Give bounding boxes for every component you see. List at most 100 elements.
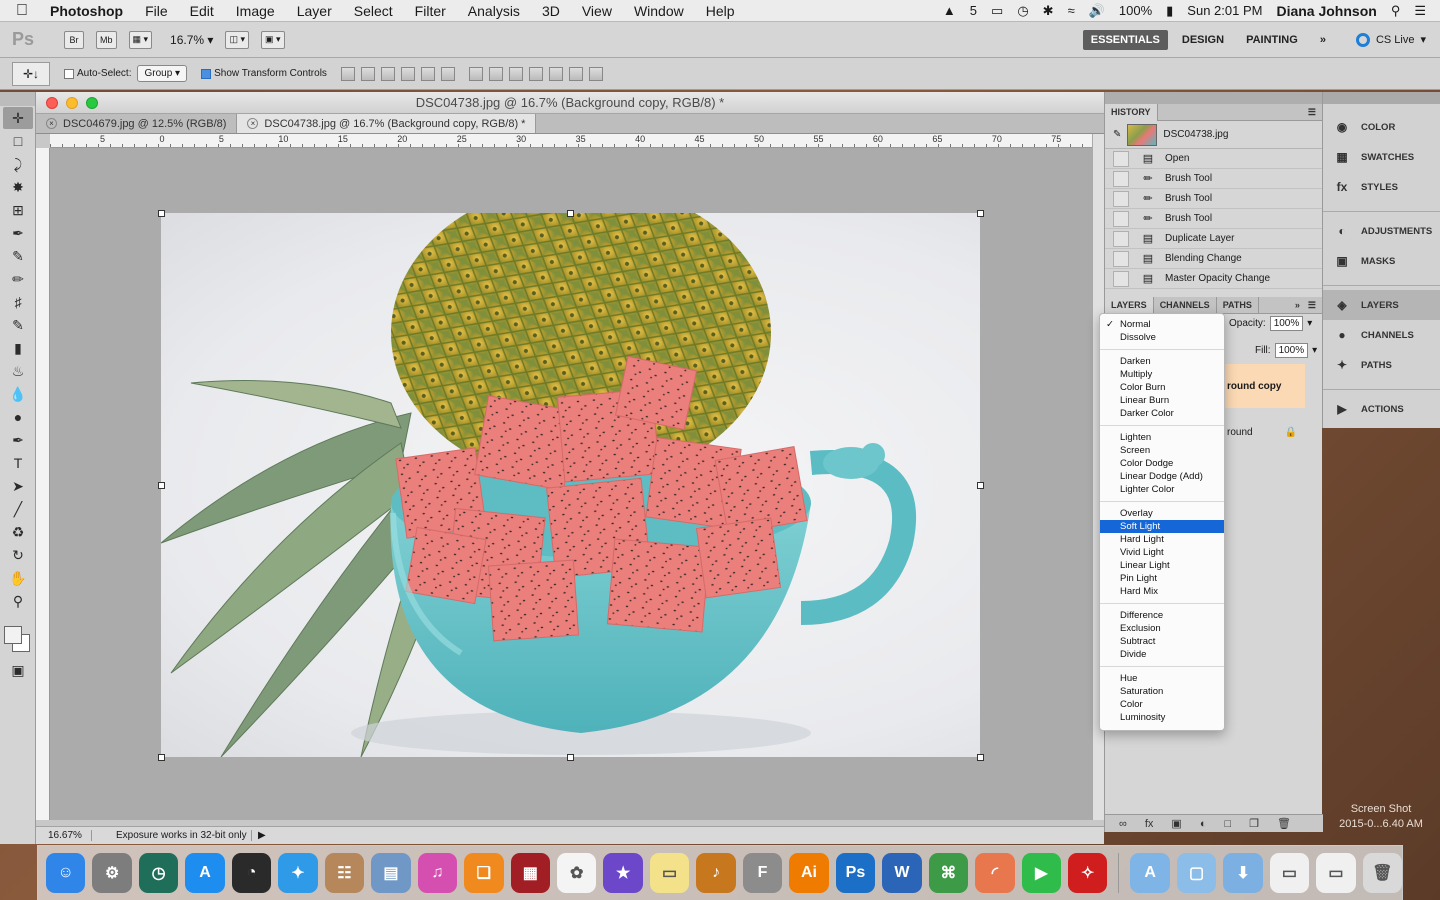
layer-style-icon[interactable]: fx [1145,818,1154,830]
blend-mode-option[interactable]: Color Burn [1100,381,1224,394]
new-group-icon[interactable]: □ [1224,818,1231,830]
zoom-tool-icon[interactable]: ⚲ [3,590,33,612]
clone-stamp-tool-icon[interactable]: ♯ [3,291,33,313]
history-step[interactable]: ▤ Blending Change [1105,249,1322,269]
crop-tool-icon[interactable]: ⊞ [3,199,33,221]
panel-masks[interactable]: ▣ MASKS [1323,246,1440,276]
panel-color[interactable]: ◉ COLOR [1323,112,1440,142]
blend-mode-option[interactable]: Dissolve [1100,331,1224,344]
keynote-icon[interactable]: ◜ [975,853,1015,893]
blend-mode-option[interactable]: Multiply [1100,368,1224,381]
contacts-icon[interactable]: ☷ [324,853,365,893]
menu-select[interactable]: Select [343,3,404,19]
panel-menu-icon[interactable]: ☰ [1308,107,1316,118]
history-source-box[interactable] [1113,210,1129,227]
illustrator-icon[interactable]: Ai [789,853,829,893]
download-icon[interactable]: ⬇ [1223,853,1263,893]
distribute-right-icon[interactable] [568,66,583,81]
blend-mode-option[interactable]: Lighter Color [1100,483,1224,496]
search-icon[interactable]: ⚲ [1391,3,1401,19]
align-top-icon[interactable] [340,66,355,81]
menu-filter[interactable]: Filter [404,3,457,19]
blend-mode-option[interactable]: Difference [1100,609,1224,622]
timemachine-icon[interactable]: ◷ [1017,3,1028,19]
distribute-hcenter-icon[interactable] [548,66,563,81]
move-tool-icon[interactable]: ✛ [3,107,33,129]
cs-live-button[interactable]: CS Live ▾ [1355,32,1426,47]
clock[interactable]: Sun 2:01 PM [1187,3,1262,18]
photobooth-icon[interactable]: ▦ [510,853,550,893]
opacity-dropdown-icon[interactable]: ▾ [1307,318,1312,329]
eyedropper-tool-icon[interactable]: ✒ [3,222,33,244]
panel-group-header[interactable] [1105,92,1322,104]
history-step[interactable]: ✏ Brush Tool [1105,189,1322,209]
screenshot-icon[interactable]: ▭ [1316,853,1356,893]
marquee-tool-icon[interactable]: □ [3,130,33,152]
history-step[interactable]: ▤ Open [1105,149,1322,169]
transform-handle[interactable] [158,482,165,489]
battery-icon[interactable]: ▮ [1166,3,1173,19]
transform-handle[interactable] [977,482,984,489]
user-name[interactable]: Diana Johnson [1276,3,1376,19]
workspace-more-button[interactable]: » [1312,30,1334,50]
blend-mode-option[interactable]: Lighten [1100,431,1224,444]
history-step[interactable]: ▤ Master Opacity Change [1105,269,1322,289]
menu-3d[interactable]: 3D [531,3,571,19]
stickies-icon[interactable]: ▭ [649,853,690,893]
blur-tool-icon[interactable]: 💧 [3,383,33,405]
arrange-documents-button[interactable]: ◫ ▾ [225,30,249,49]
distribute-left-icon[interactable] [528,66,543,81]
panel-expand-icon[interactable]: » [1295,300,1300,310]
panel-channels[interactable]: ● CHANNELS [1323,320,1440,350]
panel-menu-icon[interactable]: ☰ [1308,300,1316,311]
blend-mode-option[interactable]: Luminosity [1100,711,1224,724]
workspace-design[interactable]: DESIGN [1174,30,1232,50]
status-info[interactable]: Exposure works in 32-bit only [92,830,252,841]
path-selection-tool-icon[interactable]: ➤ [3,475,33,497]
screenshot-icon[interactable]: ▭ [1269,853,1310,893]
3d-orbit-tool-icon[interactable]: ↻ [3,544,33,566]
eraser-tool-icon[interactable]: ▮ [3,337,33,359]
add-mask-icon[interactable]: ▣ [1171,817,1181,830]
menu-help[interactable]: Help [695,3,746,19]
distribute-bottom-icon[interactable] [508,66,523,81]
wifi-icon[interactable]: ≈ [1068,3,1075,18]
transform-handle[interactable] [158,754,165,761]
blend-mode-dropdown[interactable]: ✓ Normal Dissolve Darken Multiply Color Burn L… [1099,313,1225,731]
blend-mode-option[interactable]: Divide [1100,648,1224,661]
align-hcenter-icon[interactable] [420,66,435,81]
lasso-tool-icon[interactable]: ⤸ [3,153,33,175]
desktop-file-label[interactable]: Screen Shot 2015-0...6.40 AM [1326,802,1436,832]
fontbook-icon[interactable]: F [742,853,783,893]
transform-handle[interactable] [567,210,574,217]
panel-actions[interactable]: ▶ ACTIONS [1323,394,1440,424]
transform-handle[interactable] [158,210,165,217]
view-extras-button[interactable]: ▦ ▾ [128,30,153,49]
blend-mode-option[interactable]: Saturation [1100,685,1224,698]
type-tool-icon[interactable]: T [3,452,33,474]
bluetooth-icon[interactable]: ✱ [1043,3,1054,19]
panel-adjustments[interactable]: ◐ ADJUSTMENTS [1323,216,1440,246]
auto-select-checkbox[interactable]: Auto-Select: [64,68,131,79]
panel-paths[interactable]: ✦ PATHS [1323,350,1440,380]
blend-mode-option[interactable]: Vivid Light [1100,546,1224,559]
music-icon[interactable]: ♫ [417,853,458,893]
link-layers-icon[interactable]: ∞ [1119,818,1127,830]
adjustment-layer-icon[interactable]: ◐ [1200,818,1207,830]
close-tab-icon[interactable]: × [247,118,259,129]
document-titlebar[interactable]: DSC04738.jpg @ 16.7% (Background copy, R… [36,92,1104,114]
preview-icon[interactable]: ▤ [371,853,411,893]
foreground-color-swatch[interactable] [4,626,22,644]
history-brush-tool-icon[interactable]: ✎ [3,314,33,336]
blend-mode-option[interactable]: Screen [1100,444,1224,457]
fill-input[interactable]: 100% [1274,343,1309,358]
tools-panel-header[interactable] [0,92,35,106]
show-transform-checkbox[interactable]: Show Transform Controls [201,68,327,79]
dodge-tool-icon[interactable]: ● [3,406,33,428]
align-bottom-icon[interactable] [380,66,395,81]
history-source-box[interactable] [1113,250,1129,267]
tab-layers[interactable]: LAYERS [1105,296,1154,314]
workspace-essentials[interactable]: ESSENTIALS [1082,29,1168,50]
menu-app-name[interactable]: Photoshop [44,3,134,19]
new-layer-icon[interactable]: ❐ [1249,817,1259,830]
